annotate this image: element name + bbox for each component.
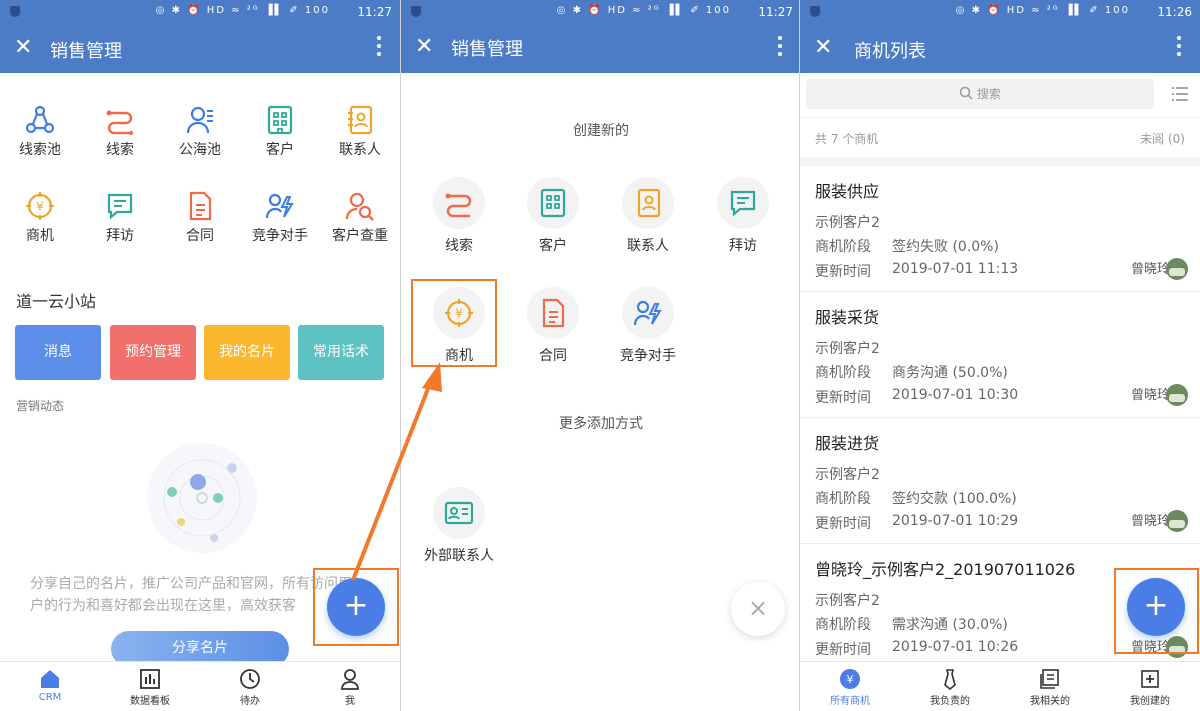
search-placeholder: 搜索: [976, 87, 1001, 101]
time-value: 2019-07-01 11:13: [892, 261, 1019, 277]
stage-value: 签约失败 (0.0%): [892, 239, 999, 255]
unread-count[interactable]: 未阅 (0): [1140, 130, 1185, 147]
time-value: 2019-07-01 10:30: [892, 387, 1019, 403]
stage-label: 商机阶段: [815, 365, 871, 381]
bottom-tab-bar: ¥ 所有商机 我负责的 我相关的 我创建的: [800, 661, 1200, 711]
opportunity-name: 服装供应: [815, 182, 880, 201]
search-bar: 搜索: [800, 73, 1200, 117]
time-value: 2019-07-01 10:26: [892, 639, 1019, 655]
avatar: [1166, 384, 1188, 406]
tab-label: 所有商机: [830, 696, 870, 707]
svg-text:¥: ¥: [847, 673, 854, 686]
search-icon: [959, 86, 973, 100]
time-label: 更新时间: [815, 390, 871, 406]
page-title: 商机列表: [854, 41, 926, 62]
list-item[interactable]: 服装供应 示例客户2 商机阶段 签约失败 (0.0%) 更新时间 2019-07-0…: [800, 166, 1200, 292]
more-icon[interactable]: [1176, 36, 1182, 60]
tab-all-opportunities[interactable]: ¥ 所有商机: [800, 668, 900, 707]
avatar: [1166, 258, 1188, 280]
status-bar: ◎ ✱ ⏰ HD ≈ ²ᴳ ▐▌ ✐ 100 11:26: [800, 0, 1200, 24]
opportunity-name: 曾晓玲_示例客户2_201907011026: [815, 560, 1076, 579]
customer-name: 示例客户2: [815, 341, 880, 357]
stage-value: 签约交款 (100.0%): [892, 491, 1017, 507]
time-value: 2019-07-01 10:29: [892, 513, 1019, 529]
customer-name: 示例客户2: [815, 467, 880, 483]
opportunity-count: 共 7 个商机: [815, 132, 879, 146]
list-summary: 共 7 个商机 未阅 (0): [800, 117, 1200, 157]
stage-label: 商机阶段: [815, 617, 871, 633]
documents-icon: [1040, 669, 1059, 689]
customer-name: 示例客户2: [815, 215, 880, 231]
customer-name: 示例客户2: [815, 593, 880, 609]
tab-my-related[interactable]: 我相关的: [1000, 668, 1100, 707]
tab-my-responsible[interactable]: 我负责的: [900, 668, 1000, 707]
stage-label: 商机阶段: [815, 239, 871, 255]
screen-opportunity-list: ◎ ✱ ⏰ HD ≈ ²ᴳ ▐▌ ✐ 100 11:26 ✕ 商机列表 搜索 共…: [800, 0, 1200, 711]
status-time: 11:26: [1157, 5, 1192, 19]
tab-my-created[interactable]: 我创建的: [1100, 668, 1200, 707]
opportunity-icon: ¥: [840, 669, 860, 689]
highlight-box: [1114, 568, 1199, 654]
time-label: 更新时间: [815, 516, 871, 532]
avatar: [1166, 510, 1188, 532]
tab-label: 我相关的: [1030, 696, 1070, 707]
time-label: 更新时间: [815, 642, 871, 658]
tab-label: 我创建的: [1130, 696, 1170, 707]
stage-label: 商机阶段: [815, 491, 871, 507]
add-box-icon: [1141, 670, 1159, 688]
status-icons: ◎ ✱ ⏰ HD ≈ ²ᴳ ▐▌ ✐ 100: [955, 5, 1130, 16]
opportunity-name: 服装进货: [815, 434, 880, 453]
list-item[interactable]: 服装采货 示例客户2 商机阶段 商务沟通 (50.0%) 更新时间 2019-07-…: [800, 292, 1200, 418]
app-header: ✕ 商机列表: [800, 24, 1200, 73]
list-view-icon[interactable]: [1172, 87, 1188, 101]
owner-name: 曾晓玲: [1130, 262, 1170, 277]
search-input[interactable]: 搜索: [806, 79, 1154, 109]
close-icon[interactable]: ✕: [814, 35, 832, 61]
tab-label: 我负责的: [930, 696, 970, 707]
list-item[interactable]: 服装进货 示例客户2 商机阶段 签约交款 (100.0%) 更新时间 2019-07…: [800, 418, 1200, 544]
tie-icon: [944, 669, 956, 690]
owner-name: 曾晓玲: [1130, 388, 1170, 403]
owner-name: 曾晓玲: [1130, 514, 1170, 529]
stage-value: 商务沟通 (50.0%): [892, 365, 1008, 381]
stage-value: 需求沟通 (30.0%): [892, 617, 1008, 633]
time-label: 更新时间: [815, 264, 871, 280]
shield-icon: [810, 6, 820, 17]
opportunity-name: 服装采货: [815, 308, 880, 327]
